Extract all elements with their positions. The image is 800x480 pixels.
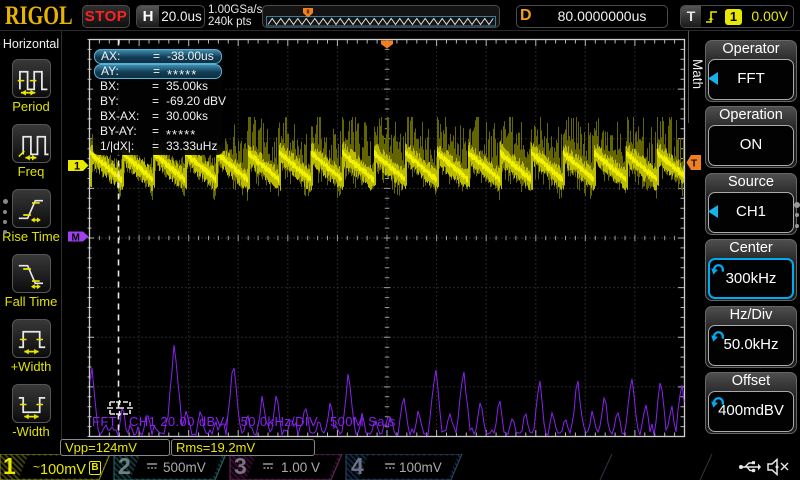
svg-text:FFT CH1 20.00 dBV/ 50.0kHz: FFT CH1 20.00 dBV/ 50.0kHz/DIV 500M Sa/s (92, 414, 396, 429)
svg-text:1: 1 (74, 161, 80, 173)
svg-text:T: T (691, 159, 697, 170)
svg-text:M: M (72, 233, 80, 244)
